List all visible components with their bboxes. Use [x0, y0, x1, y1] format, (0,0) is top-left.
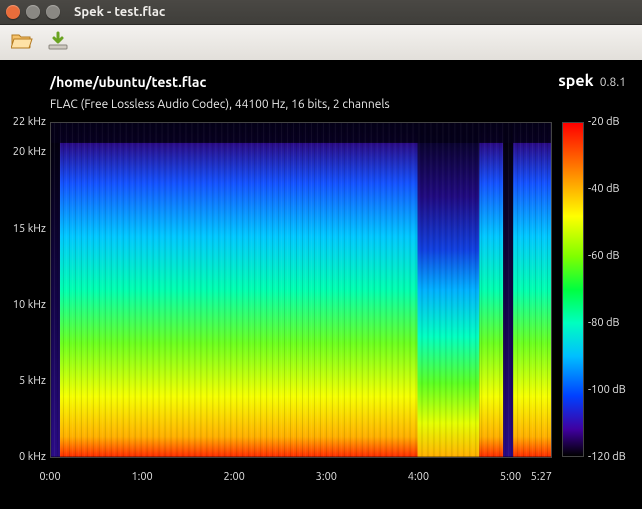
colorbar-tick: -20 dB: [588, 116, 620, 128]
freq-axis-tick: 15 kHz: [0, 223, 46, 235]
freq-axis-tick: 0 kHz: [0, 451, 46, 463]
save-image-button[interactable]: [44, 30, 72, 56]
time-axis-tick: 1:00: [131, 471, 152, 483]
colorbar-tick: -40 dB: [588, 183, 620, 195]
window-maximize-button[interactable]: [46, 5, 60, 19]
colorbar: [562, 122, 584, 457]
codec-info: FLAC (Free Lossless Audio Codec), 44100 …: [50, 98, 390, 111]
toolbar: [0, 25, 642, 62]
freq-axis-tick: 22 kHz: [0, 116, 46, 128]
spectrogram-plot: [50, 122, 552, 457]
freq-axis-tick: 10 kHz: [0, 299, 46, 311]
colorbar-tick: -120 dB: [588, 451, 626, 463]
time-axis-tick: 4:00: [408, 471, 429, 483]
window-minimize-button[interactable]: [26, 5, 40, 19]
spectrogram-panel: /home/ubuntu/test.flac spek 0.8.1 FLAC (…: [0, 60, 642, 509]
spectrogram-heatmap: [50, 122, 552, 458]
time-axis-tick: 0:00: [39, 471, 60, 483]
time-axis-tick: 2:00: [224, 471, 245, 483]
open-file-button[interactable]: [8, 30, 36, 56]
colorbar-tick: -100 dB: [588, 384, 626, 396]
save-download-icon: [47, 31, 69, 55]
folder-open-icon: [11, 31, 33, 55]
time-axis-tick: 3:00: [316, 471, 337, 483]
time-axis-tick: 5:27: [531, 471, 552, 483]
time-axis-tick: 5:00: [500, 471, 521, 483]
window-title: Spek - test.flac: [74, 5, 165, 19]
app-brand: spek 0.8.1: [558, 72, 626, 90]
file-path: /home/ubuntu/test.flac: [50, 74, 206, 90]
window-close-button[interactable]: [6, 5, 20, 19]
colorbar-gradient: [562, 122, 584, 457]
colorbar-tick: -80 dB: [588, 317, 620, 329]
freq-axis-tick: 5 kHz: [0, 375, 46, 387]
window-titlebar: Spek - test.flac: [0, 0, 642, 25]
freq-axis-tick: 20 kHz: [0, 146, 46, 158]
app-version: 0.8.1: [600, 76, 626, 89]
colorbar-tick: -60 dB: [588, 250, 620, 262]
app-name: spek: [558, 72, 593, 90]
